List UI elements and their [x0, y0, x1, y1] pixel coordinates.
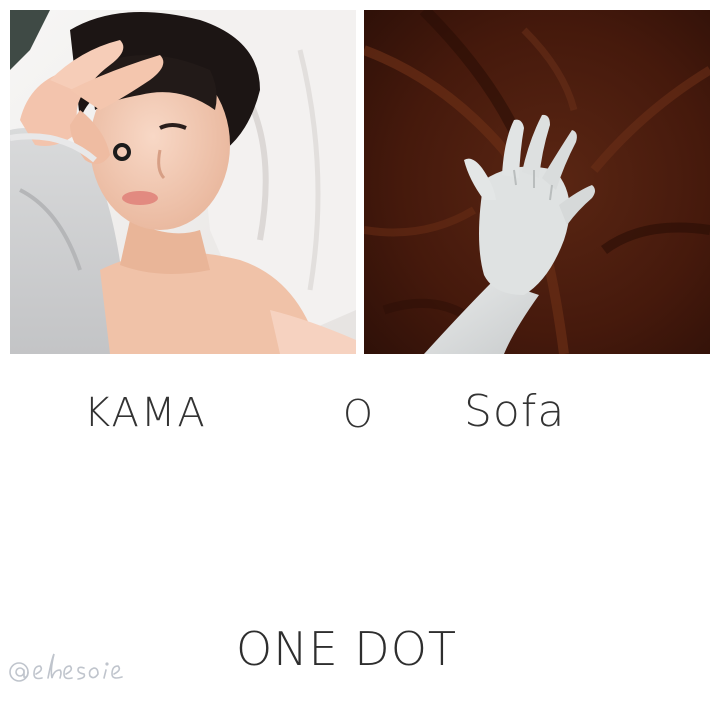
- photo-person-in-bed: [10, 10, 356, 354]
- photo-hand-on-sheet: [364, 10, 710, 354]
- hand-on-sheet-illustration: [364, 10, 710, 354]
- label-kama: KAMA: [84, 390, 207, 436]
- footer-title: ONE DOT: [236, 622, 458, 676]
- person-in-bed-illustration: [10, 10, 356, 354]
- label-sofa: Sofa: [464, 386, 566, 437]
- watermark-script-graphic: [9, 653, 123, 682]
- watermark-signature: [6, 644, 136, 694]
- label-separator-o: O: [343, 392, 374, 436]
